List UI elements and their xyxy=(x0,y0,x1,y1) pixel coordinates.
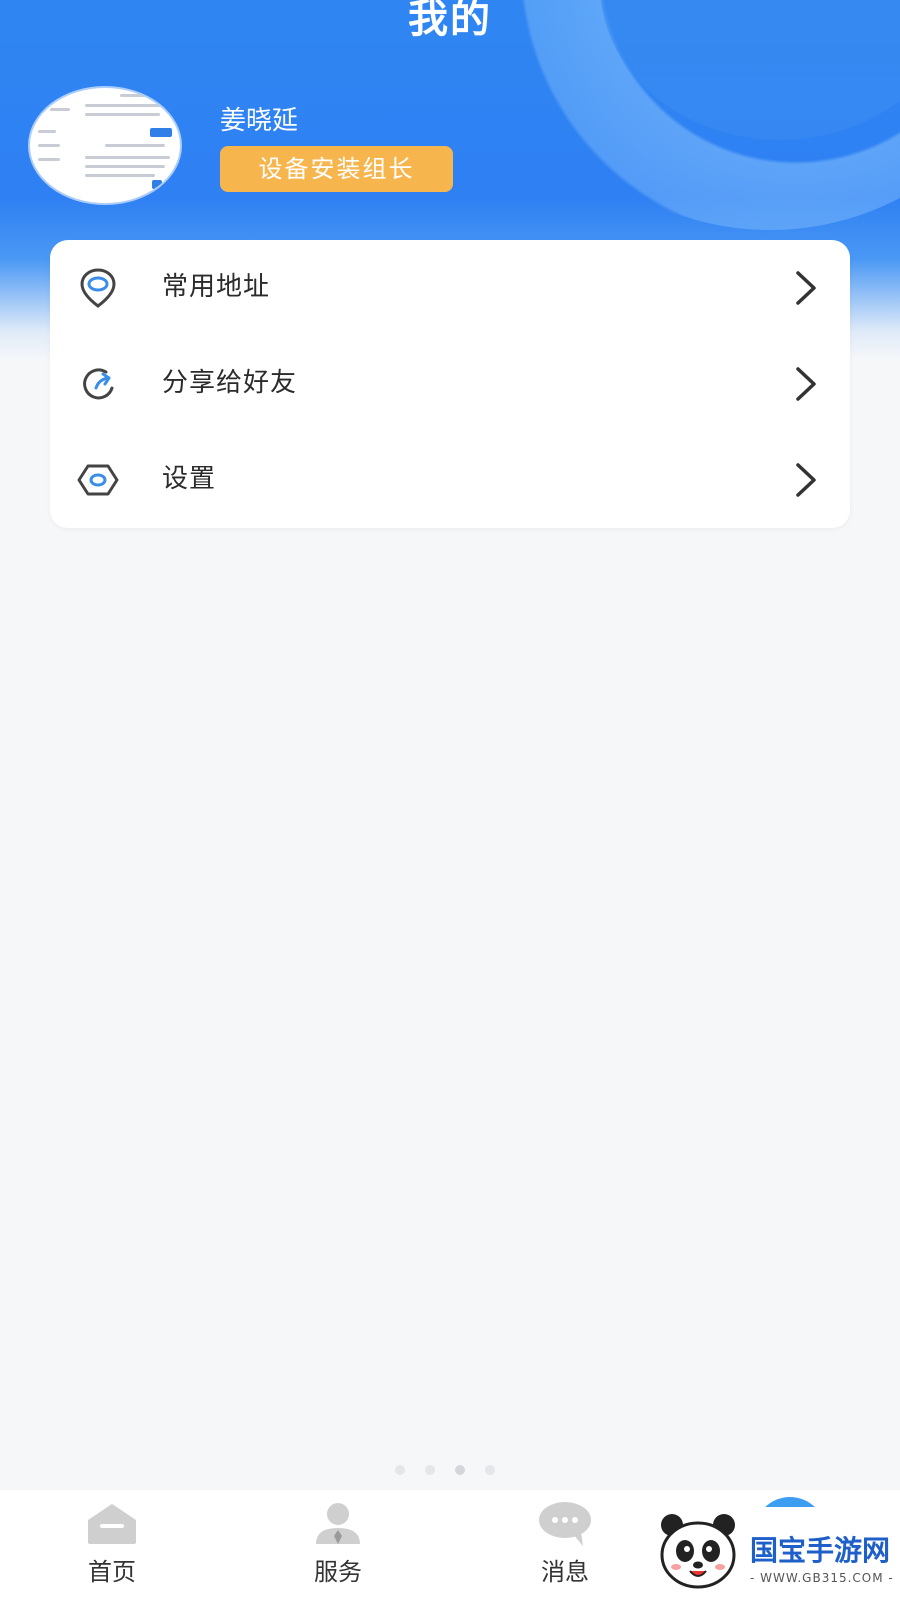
service-person-icon xyxy=(316,1503,360,1544)
role-badge: 设备安装组长 xyxy=(220,146,453,192)
chevron-right-icon xyxy=(796,367,816,401)
menu-item-label: 常用地址 xyxy=(162,272,271,302)
chevron-right-icon xyxy=(796,463,816,497)
tab-messages[interactable]: 消息 xyxy=(505,1490,625,1600)
tab-label: 消息 xyxy=(541,1558,589,1586)
menu-item-settings[interactable]: 设置 xyxy=(50,432,850,528)
location-pin-icon xyxy=(80,268,116,308)
menu-item-label: 设置 xyxy=(162,464,217,494)
message-bubble-icon xyxy=(539,1502,591,1546)
share-refresh-icon xyxy=(83,368,114,400)
avatar[interactable] xyxy=(30,88,180,203)
menu-item-label: 分享给好友 xyxy=(162,368,298,398)
menu-card: 常用地址 分享给好友 设置 xyxy=(50,240,850,528)
panda-logo-icon xyxy=(660,1514,736,1589)
home-icon xyxy=(88,1504,136,1544)
page-indicator xyxy=(395,1460,515,1479)
tab-label: 首页 xyxy=(88,1558,136,1586)
chevron-right-icon xyxy=(796,271,816,305)
settings-hexagon-icon xyxy=(77,464,119,496)
watermark-text: 国宝手游网 xyxy=(750,1534,891,1567)
tab-label: 服务 xyxy=(314,1558,362,1586)
watermark: 国宝手游网 - WWW.GB315.COM - xyxy=(648,1507,900,1600)
tab-home[interactable]: 首页 xyxy=(52,1490,172,1600)
user-name: 姜晓延 xyxy=(220,106,299,136)
tab-service[interactable]: 服务 xyxy=(278,1490,398,1600)
menu-item-share[interactable]: 分享给好友 xyxy=(50,336,850,432)
page-title: 我的 xyxy=(408,0,492,42)
menu-item-address[interactable]: 常用地址 xyxy=(50,240,850,336)
watermark-url: - WWW.GB315.COM - xyxy=(750,1571,894,1585)
